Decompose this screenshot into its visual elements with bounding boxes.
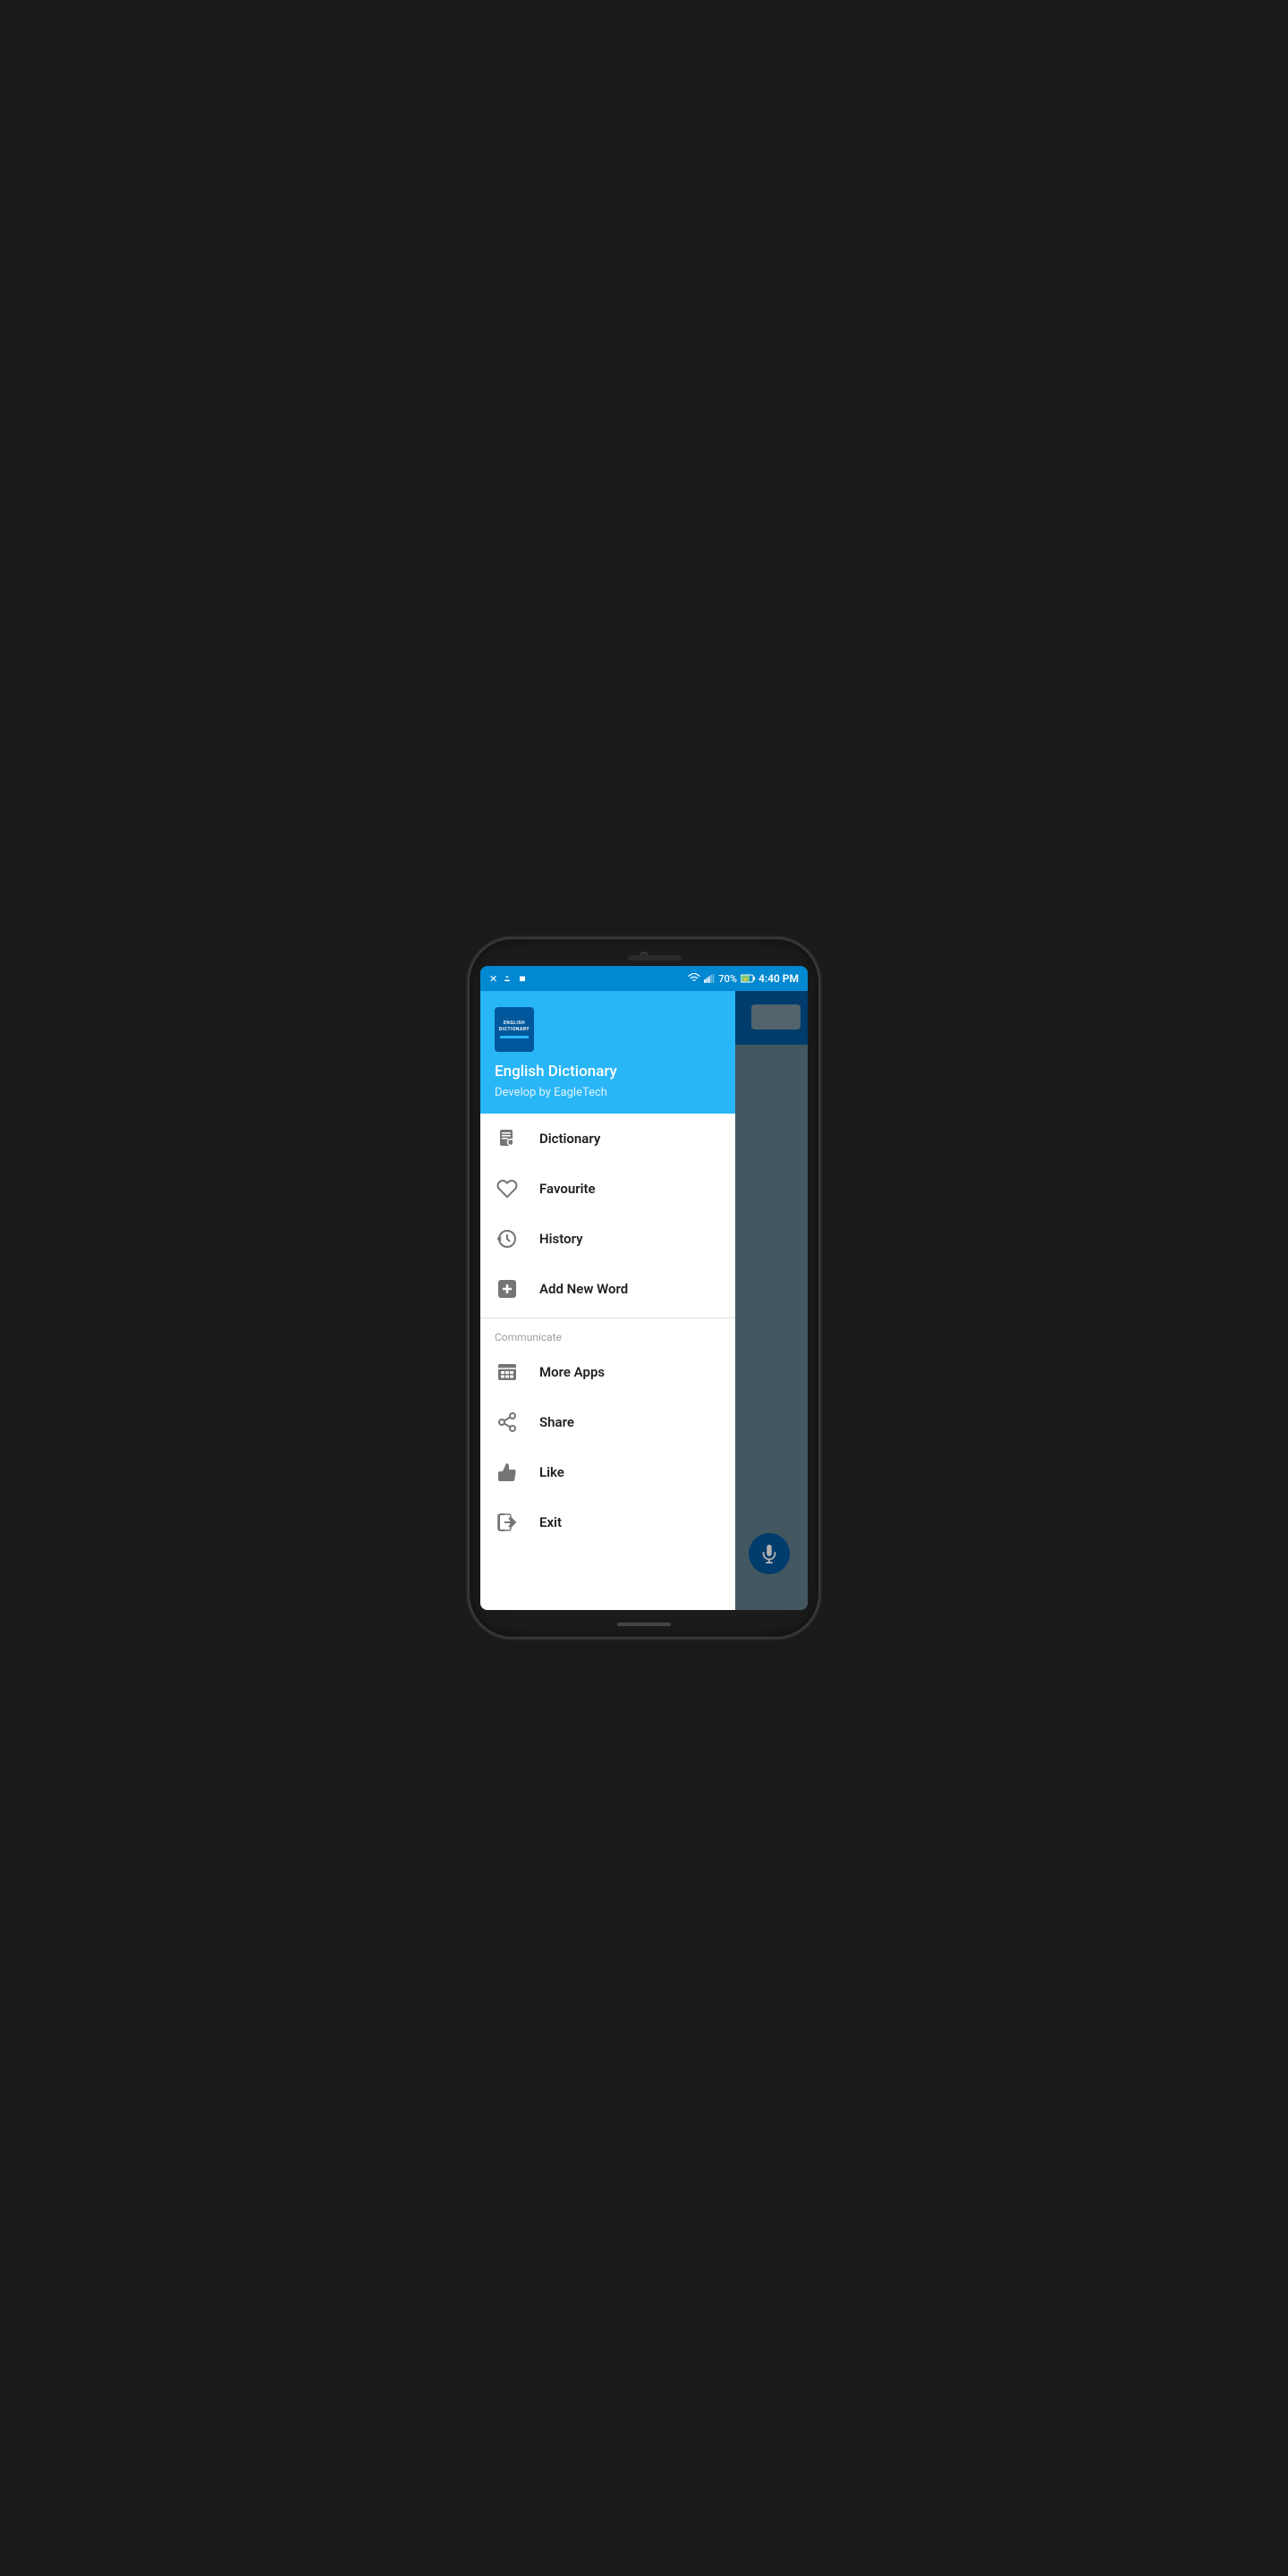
home-bar	[617, 1623, 671, 1626]
speaker	[628, 955, 682, 961]
main-menu: Dictionary Favourite	[480, 1114, 735, 1610]
menu-item-add-new-word[interactable]: Add New Word	[480, 1264, 735, 1314]
svg-text:⚡: ⚡	[742, 977, 749, 983]
logo-text-line2: DICTIONARY	[499, 1027, 530, 1033]
history-label: History	[539, 1231, 583, 1247]
logo-line	[500, 1036, 529, 1038]
menu-item-more-apps[interactable]: More Apps	[480, 1347, 735, 1397]
status-bar: ✕ 70%	[480, 966, 808, 991]
more-apps-label: More Apps	[539, 1364, 605, 1380]
phone-screen: ✕ 70%	[480, 966, 808, 1610]
signal-icon	[704, 973, 715, 984]
icon-android	[517, 972, 528, 986]
icon-x: ✕	[489, 973, 497, 985]
navigation-drawer: ENGLISH DICTIONARY English Dictionary De…	[480, 991, 735, 1610]
drawer-header: ENGLISH DICTIONARY English Dictionary De…	[480, 991, 735, 1114]
more-apps-icon	[495, 1360, 520, 1385]
app-logo: ENGLISH DICTIONARY	[495, 1007, 534, 1052]
menu-item-exit[interactable]: Exit	[480, 1497, 735, 1547]
like-icon	[495, 1460, 520, 1485]
share-icon	[495, 1410, 520, 1435]
app-title: English Dictionary	[495, 1063, 721, 1080]
favourite-icon	[495, 1176, 520, 1201]
dictionary-label: Dictionary	[539, 1131, 600, 1147]
exit-label: Exit	[539, 1514, 562, 1530]
battery-percent: 70%	[718, 973, 737, 985]
wifi-icon	[688, 973, 700, 984]
menu-item-favourite[interactable]: Favourite	[480, 1164, 735, 1214]
battery-icon: ⚡	[741, 974, 755, 983]
menu-item-share[interactable]: Share	[480, 1397, 735, 1447]
icon-usb	[502, 972, 513, 986]
phone-frame: ✕ 70%	[470, 939, 818, 1637]
time: 4:40 PM	[758, 972, 799, 985]
communicate-section-label: Communicate	[480, 1322, 735, 1347]
menu-item-history[interactable]: History	[480, 1214, 735, 1264]
menu-item-dictionary[interactable]: Dictionary	[480, 1114, 735, 1164]
menu-item-like[interactable]: Like	[480, 1447, 735, 1497]
history-icon	[495, 1226, 520, 1251]
share-label: Share	[539, 1414, 574, 1430]
add-new-word-icon	[495, 1276, 520, 1301]
status-right: 70% ⚡ 4:40 PM	[688, 972, 799, 985]
favourite-label: Favourite	[539, 1181, 596, 1197]
add-new-word-label: Add New Word	[539, 1281, 628, 1297]
status-icons-left: ✕	[489, 972, 528, 986]
dictionary-icon	[495, 1126, 520, 1151]
exit-icon	[495, 1510, 520, 1535]
like-label: Like	[539, 1464, 564, 1480]
app-subtitle: Develop by EagleTech	[495, 1086, 721, 1099]
